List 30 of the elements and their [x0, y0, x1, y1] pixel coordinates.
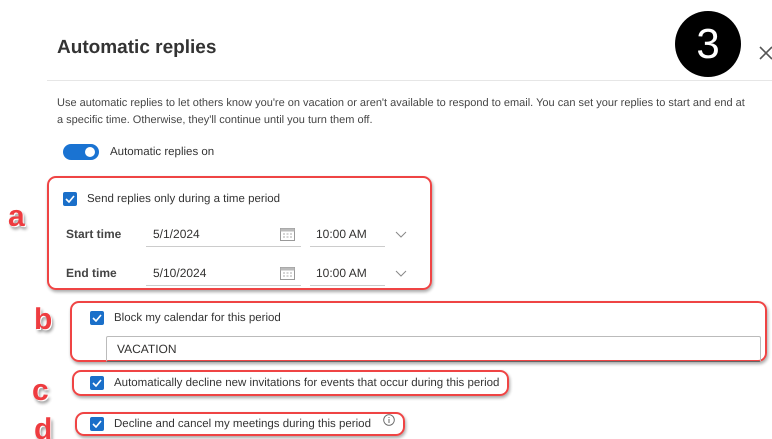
chevron-down-icon[interactable] — [395, 230, 407, 238]
info-icon[interactable] — [382, 414, 395, 426]
checkbox[interactable] — [63, 192, 77, 206]
checkbox-label: Send replies only during a time period — [87, 193, 280, 205]
chevron-down-icon[interactable] — [395, 270, 407, 276]
calendar-icon[interactable] — [280, 226, 295, 240]
annotation-letter: d — [34, 415, 52, 439]
close-icon[interactable] — [759, 46, 772, 60]
description: Use automatic replies to let others know you're on vacation or aren't available to respond to email. You can set your replies to start and end at a specific time. Otherwise, they'll continue until you turn them off. — [57, 96, 746, 128]
step-badge: 3 — [675, 11, 741, 77]
field-label: Start time — [66, 227, 122, 241]
time-field[interactable]: 10:00 AM — [310, 260, 385, 286]
text-field[interactable]: VACATION — [106, 336, 761, 362]
toggle-label: Automatic replies on — [110, 146, 214, 158]
checkbox-label: Block my calendar for this period — [114, 312, 281, 324]
toggle-switch[interactable] — [63, 144, 99, 160]
annotation-letter: c — [32, 376, 49, 406]
date-field[interactable]: 5/1/2024 — [146, 221, 301, 247]
annotation-letter: b — [34, 305, 52, 335]
annotation-letter: a — [8, 202, 25, 232]
checkbox-label: Automatically decline new invitations for events that occur during this period — [114, 377, 500, 389]
field-label: End time — [66, 266, 118, 280]
calendar-icon[interactable] — [280, 266, 295, 280]
time-field[interactable]: 10:00 AM — [310, 221, 385, 247]
date-field[interactable]: 5/10/2024 — [146, 260, 301, 286]
checkbox[interactable] — [90, 311, 104, 325]
dialog-title: Automatic replies — [57, 37, 216, 59]
checkbox[interactable] — [90, 417, 104, 431]
checkbox-label: Decline and cancel my meetings during this period — [114, 418, 371, 430]
checkbox[interactable] — [90, 376, 104, 390]
